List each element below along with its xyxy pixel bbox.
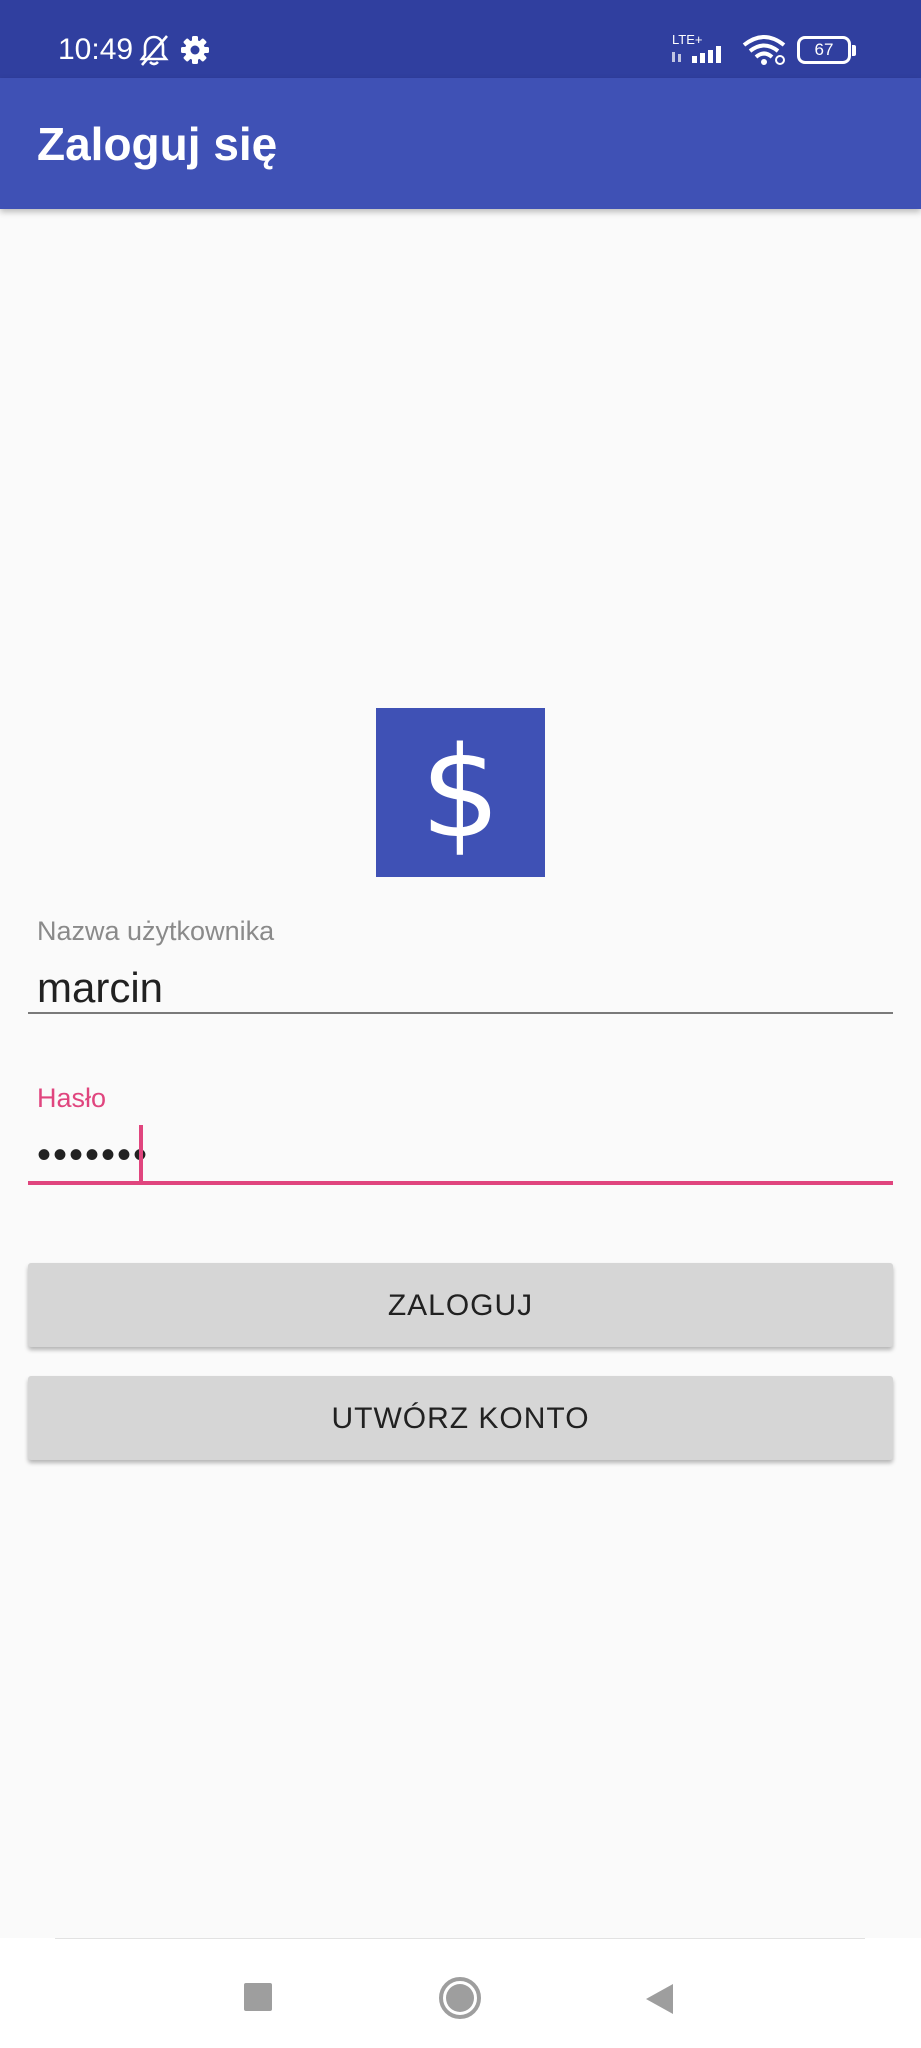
dollar-icon: $ bbox=[420, 719, 501, 866]
wifi-icon bbox=[742, 35, 786, 65]
app-bar: Zaloguj się bbox=[0, 78, 921, 209]
signal-icon bbox=[672, 46, 721, 63]
battery-level: 67 bbox=[814, 40, 834, 59]
battery-icon: 67 bbox=[797, 36, 851, 64]
back-icon[interactable] bbox=[644, 1982, 674, 2016]
password-label: Hasło bbox=[37, 1083, 107, 1113]
gear-icon bbox=[181, 36, 209, 64]
home-icon[interactable] bbox=[438, 1976, 482, 2020]
bell-off-icon bbox=[139, 35, 169, 66]
login-button[interactable]: ZALOGUJ bbox=[28, 1263, 893, 1347]
password-field[interactable] bbox=[28, 1125, 893, 1185]
battery-tip bbox=[852, 45, 856, 56]
status-time: 10:49 bbox=[58, 33, 134, 66]
username-underline bbox=[28, 1012, 893, 1014]
username-label: Nazwa użytkownika bbox=[37, 916, 275, 946]
nav-divider bbox=[55, 1938, 865, 1939]
recents-icon[interactable] bbox=[243, 1982, 273, 2012]
page-title: Zaloguj się bbox=[37, 118, 278, 170]
create-account-button[interactable]: UTWÓRZ KONTO bbox=[28, 1376, 893, 1460]
status-bar: 10:49 LTE+ 67 bbox=[0, 0, 921, 78]
text-cursor bbox=[139, 1125, 143, 1183]
navigation-bar bbox=[0, 1938, 921, 2048]
username-field[interactable] bbox=[28, 958, 893, 1018]
app-logo: $ bbox=[376, 708, 545, 877]
password-underline bbox=[28, 1181, 893, 1185]
